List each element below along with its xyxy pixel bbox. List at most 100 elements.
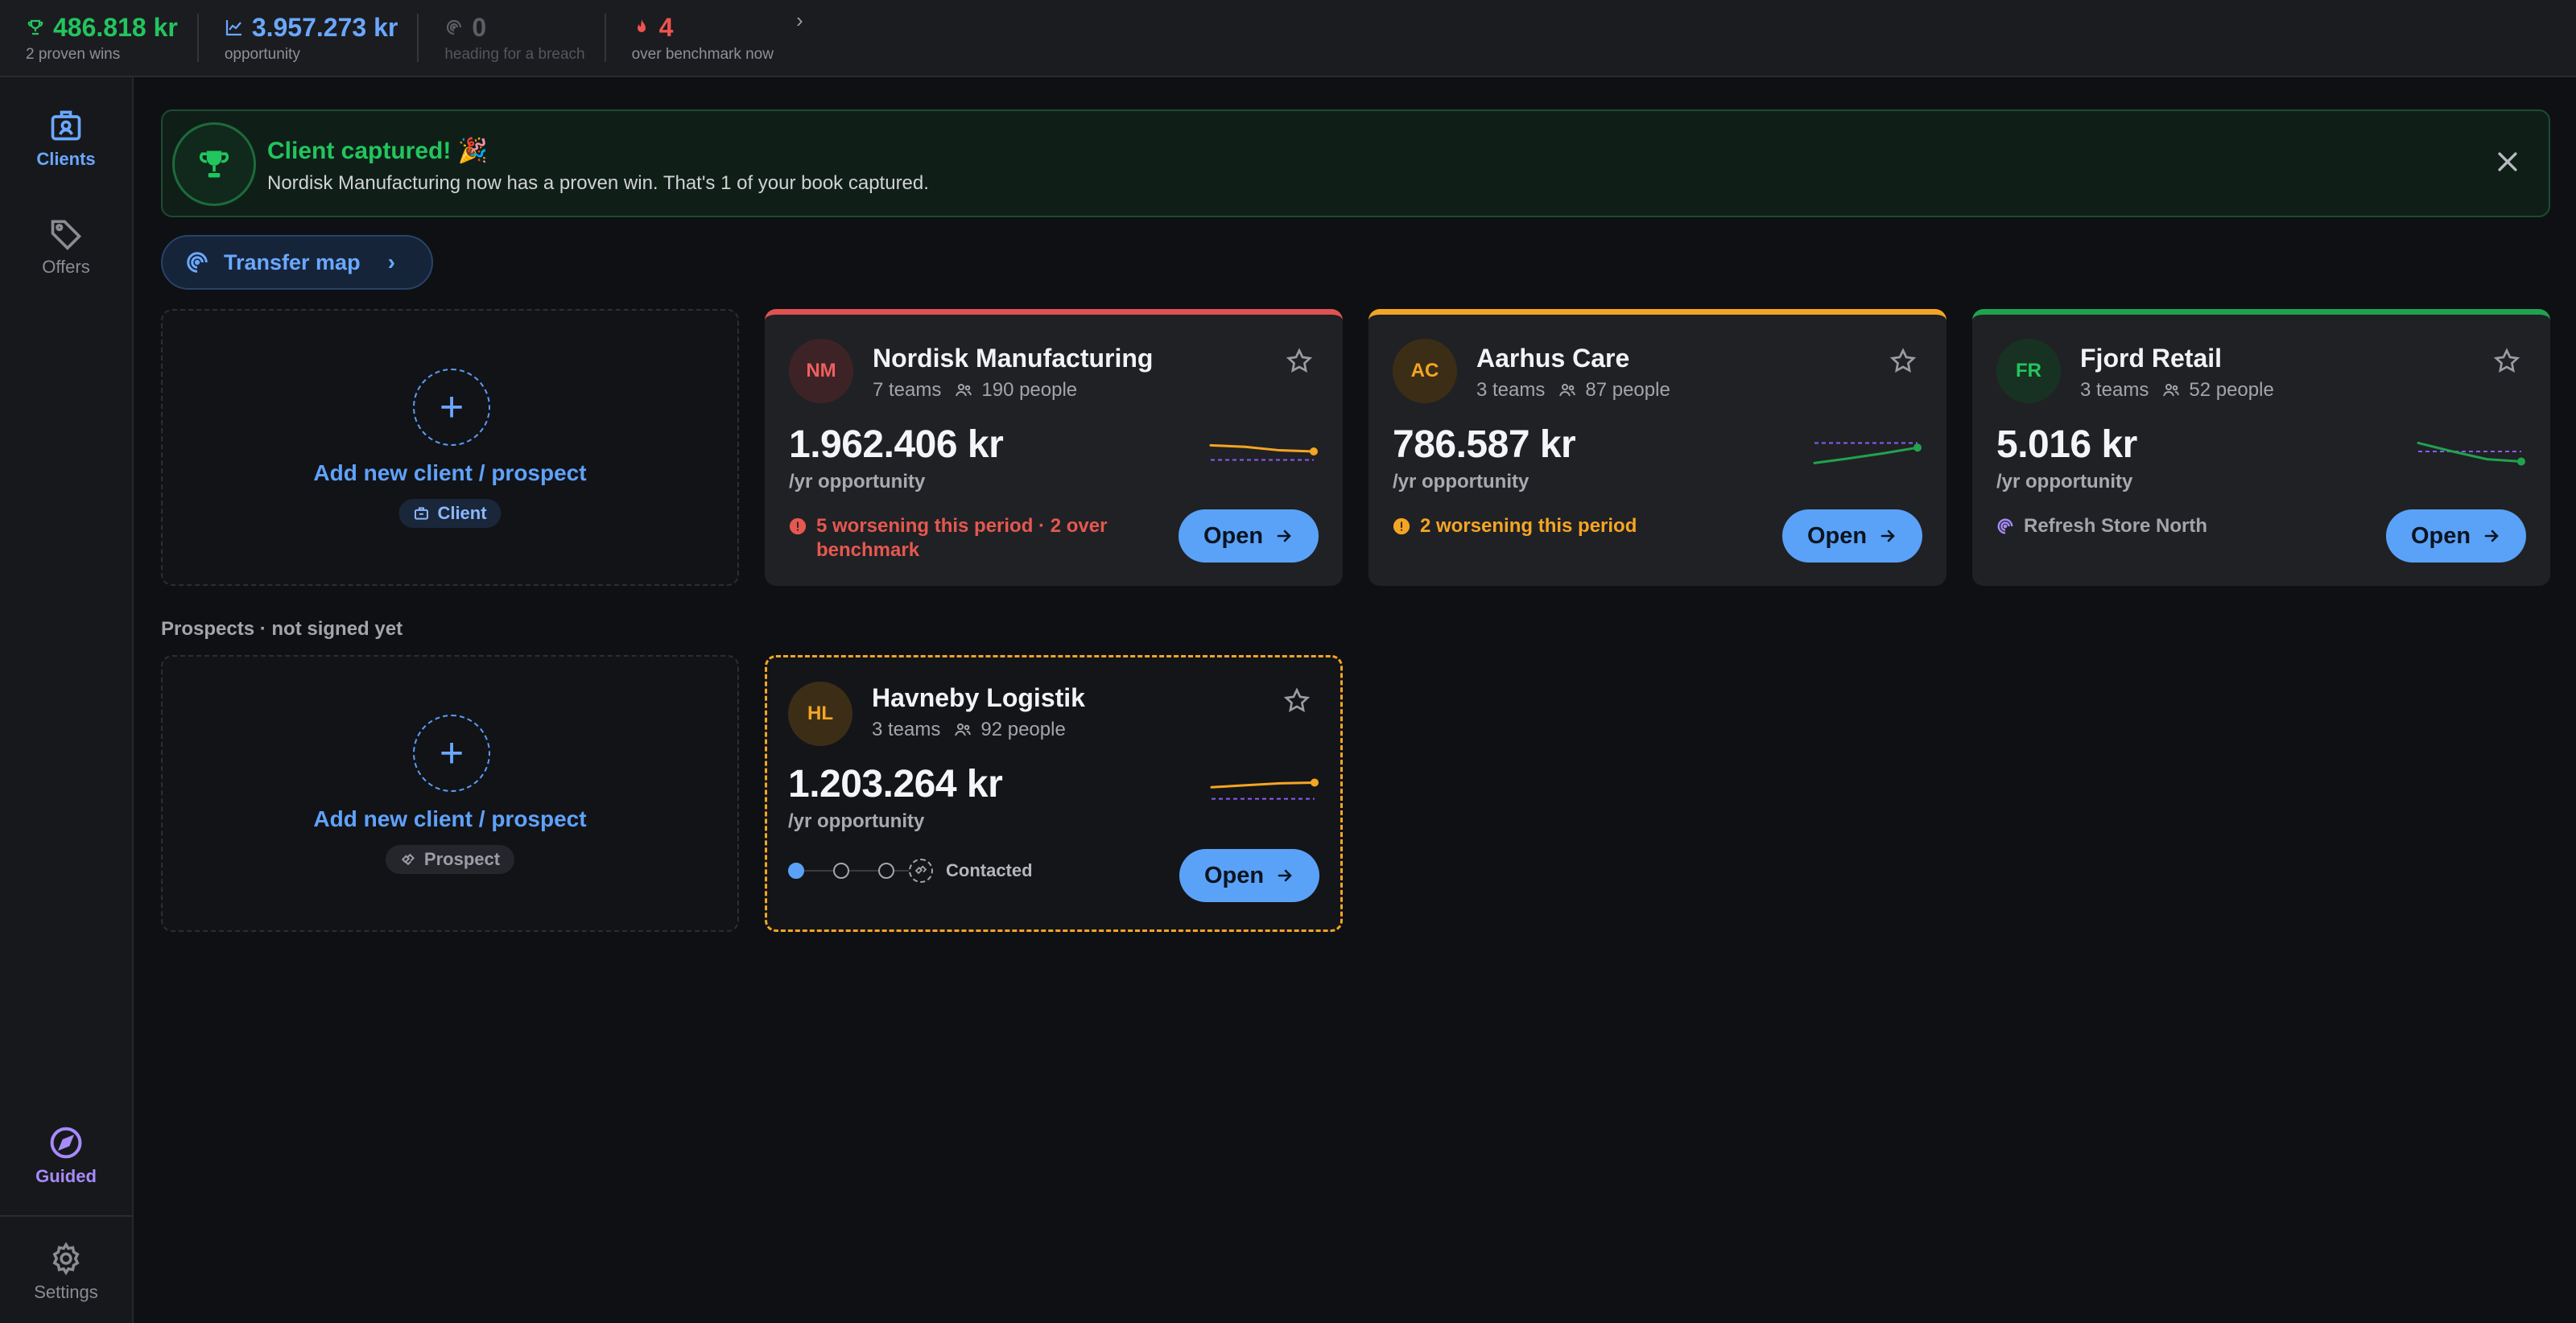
- trend-endpoint: [1913, 443, 1922, 452]
- sidebar-item-guided[interactable]: Guided: [0, 1125, 132, 1186]
- stage-connector: [894, 870, 909, 872]
- client-name: Fjord Retail: [2080, 344, 2223, 373]
- add-client-card[interactable]: + Add new client / prospect Client: [161, 309, 739, 586]
- trend-up-icon: [225, 20, 242, 36]
- client-name: Aarhus Care: [1476, 344, 1630, 373]
- opportunity-amount: 786.587 kr: [1393, 423, 1576, 466]
- client-name: Nordisk Manufacturing: [873, 344, 1154, 373]
- stat-proven-wins[interactable]: 486.818 kr 2 proven wins: [0, 12, 197, 64]
- opportunity-value: 3.957.273 kr: [251, 13, 398, 42]
- open-button[interactable]: Open: [1179, 849, 1319, 902]
- pipeline-stepper: Contacted: [788, 859, 1033, 883]
- clients-icon: [51, 110, 81, 141]
- teams-count: 3 teams: [872, 719, 941, 740]
- trend-endpoint: [2517, 457, 2525, 466]
- status-message: 2 worsening this period: [1393, 514, 1747, 538]
- people-count: 52 people: [2189, 379, 2274, 401]
- sidebar: Clients Offers Guided Settings: [0, 77, 134, 1323]
- chevron-right-icon: ›: [387, 249, 395, 274]
- briefcase-icon: [414, 507, 428, 520]
- prospect-meta: 3 teams 92 people: [872, 719, 1066, 741]
- prospect-name: Havneby Logistik: [872, 683, 1085, 712]
- star-icon[interactable]: [1285, 347, 1314, 376]
- avatar: HL: [788, 682, 852, 746]
- client-card-aarhus[interactable]: AC Aarhus Care 3 teams 87 people 786.587…: [1368, 309, 1946, 586]
- trend-line: [1813, 446, 1919, 464]
- stage-dot[interactable]: [788, 863, 804, 879]
- sidebar-item-offers[interactable]: Offers: [0, 216, 132, 277]
- trend-sparkline: [1209, 443, 1318, 461]
- close-icon[interactable]: [2494, 148, 2521, 175]
- sidebar-divider: [0, 1215, 132, 1217]
- add-prospect-card[interactable]: + Add new client / prospect Prospect: [161, 655, 739, 932]
- opportunity-amount: 1.962.406 kr: [789, 423, 1004, 466]
- stage-dot[interactable]: [833, 863, 849, 879]
- sidebar-item-label: Settings: [34, 1282, 98, 1302]
- sidebar-item-settings[interactable]: Settings: [0, 1241, 132, 1302]
- arrow-right-icon: [2484, 530, 2499, 542]
- breach-value: 0: [472, 13, 487, 42]
- banner-message: Nordisk Manufacturing now has a proven w…: [267, 172, 929, 194]
- client-card-nordisk[interactable]: NM Nordisk Manufacturing 7 teams 190 peo…: [765, 309, 1343, 586]
- open-button[interactable]: Open: [1179, 509, 1319, 563]
- chevron-right-icon[interactable]: ›: [796, 8, 803, 33]
- alert-circle-icon: [789, 517, 807, 535]
- compass-icon: [50, 1127, 82, 1159]
- handshake-icon: [401, 853, 415, 866]
- add-prospect-label: Add new client / prospect: [313, 806, 587, 831]
- trophy-icon: [199, 150, 229, 178]
- people-icon: [1559, 384, 1576, 397]
- plus-icon: +: [413, 369, 490, 446]
- spiral-icon: [187, 252, 208, 273]
- wins-value: 486.818 kr: [53, 13, 178, 42]
- alert-circle-icon: [1393, 517, 1410, 535]
- people-icon: [955, 723, 972, 736]
- plus-icon: +: [413, 715, 490, 792]
- sidebar-item-clients[interactable]: Clients: [0, 108, 132, 169]
- opportunity-caption: /yr opportunity: [789, 471, 926, 493]
- avatar: AC: [1393, 339, 1457, 403]
- transfer-map-label: Transfer map: [224, 249, 361, 274]
- open-button[interactable]: Open: [2386, 509, 2526, 563]
- sidebar-item-label: Clients: [36, 149, 96, 169]
- people-icon: [2163, 384, 2180, 397]
- avatar: NM: [789, 339, 853, 403]
- gear-icon: [52, 1242, 80, 1276]
- prospect-type-pill: Prospect: [385, 845, 515, 874]
- transfer-map-button[interactable]: Transfer map ›: [161, 235, 433, 290]
- stat-over-benchmark[interactable]: 4 over benchmark now: [606, 12, 793, 64]
- trend-line: [1209, 443, 1315, 453]
- stage-connector: [849, 870, 878, 872]
- trend-line: [1210, 781, 1316, 789]
- stat-opportunity[interactable]: 3.957.273 kr opportunity: [199, 12, 418, 64]
- add-client-label: Add new client / prospect: [313, 460, 587, 485]
- stat-breach[interactable]: 0 heading for a breach: [419, 12, 604, 64]
- client-card-fjord[interactable]: FR Fjord Retail 3 teams 52 people 5.016 …: [1972, 309, 2550, 586]
- star-icon[interactable]: [1282, 686, 1311, 715]
- people-icon: [956, 384, 972, 397]
- people-count: 87 people: [1585, 379, 1670, 401]
- prospect-card-havneby[interactable]: HL Havneby Logistik 3 teams 92 people 1.…: [765, 655, 1343, 932]
- flame-icon: [637, 19, 646, 32]
- star-icon[interactable]: [2492, 347, 2521, 376]
- stage-connector: [804, 870, 833, 872]
- avatar: FR: [1996, 339, 2061, 403]
- trend-sparkline: [1210, 778, 1319, 800]
- star-icon[interactable]: [1889, 347, 1918, 376]
- arrow-right-icon: [1277, 530, 1291, 542]
- sidebar-item-label: Guided: [35, 1166, 97, 1186]
- people-count: 190 people: [981, 379, 1078, 401]
- client-captured-banner: Client captured! 🎉 Nordisk Manufacturing…: [161, 109, 2550, 217]
- breach-label: heading for a breach: [444, 46, 585, 63]
- trend-endpoint: [1311, 778, 1319, 787]
- client-meta: 3 teams 87 people: [1476, 379, 1670, 402]
- opportunity-caption: /yr opportunity: [1393, 471, 1530, 493]
- stage-dot[interactable]: [878, 863, 894, 879]
- teams-count: 3 teams: [1476, 379, 1546, 401]
- sidebar-item-label: Offers: [42, 257, 90, 277]
- open-button[interactable]: Open: [1782, 509, 1922, 563]
- benchmark-value: 4: [658, 13, 674, 42]
- teams-count: 7 teams: [873, 379, 942, 401]
- people-count: 92 people: [980, 719, 1066, 740]
- client-type-pill: Client: [398, 499, 502, 528]
